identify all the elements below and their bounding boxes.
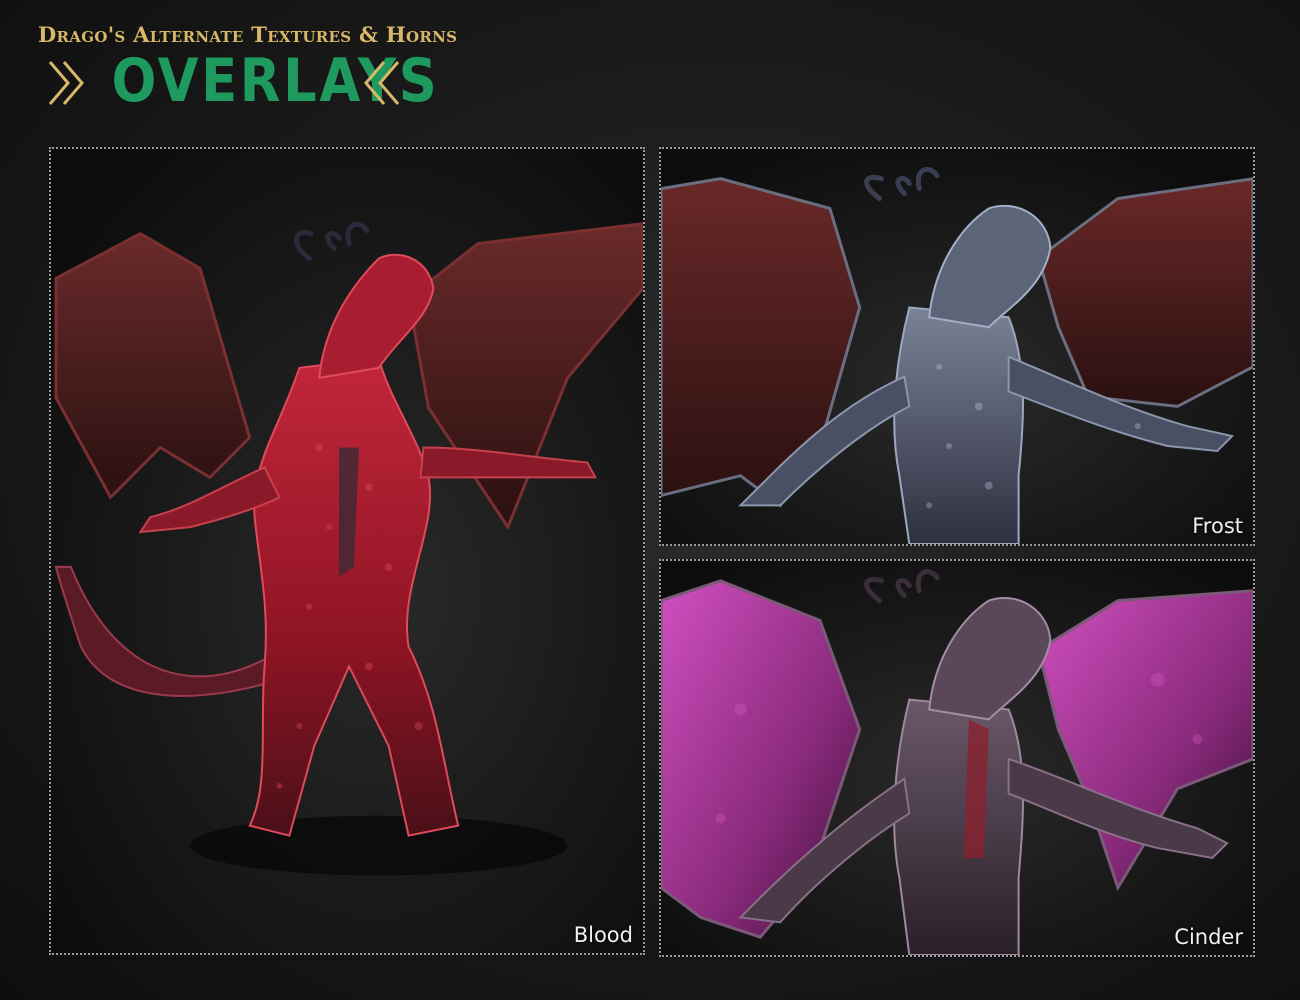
page-title: OVERLAYS bbox=[111, 46, 440, 116]
panel-label-blood: Blood bbox=[573, 923, 633, 947]
dragon-blood-render bbox=[51, 149, 643, 953]
title-row: OVERLAYS bbox=[46, 46, 437, 116]
texture-panel-blood: Blood bbox=[49, 147, 645, 955]
chevron-right-icon bbox=[48, 61, 84, 105]
panel-label-frost: Frost bbox=[1192, 514, 1243, 538]
panel-label-cinder: Cinder bbox=[1174, 925, 1243, 949]
texture-panel-frost: Frost bbox=[659, 147, 1255, 546]
texture-panel-cinder: Cinder bbox=[659, 559, 1255, 957]
product-subtitle: Drago's Alternate Textures & Horns bbox=[38, 22, 458, 47]
chevron-left-icon bbox=[364, 61, 400, 105]
dragon-frost-render bbox=[661, 149, 1253, 544]
dragon-cinder-render bbox=[661, 561, 1253, 955]
